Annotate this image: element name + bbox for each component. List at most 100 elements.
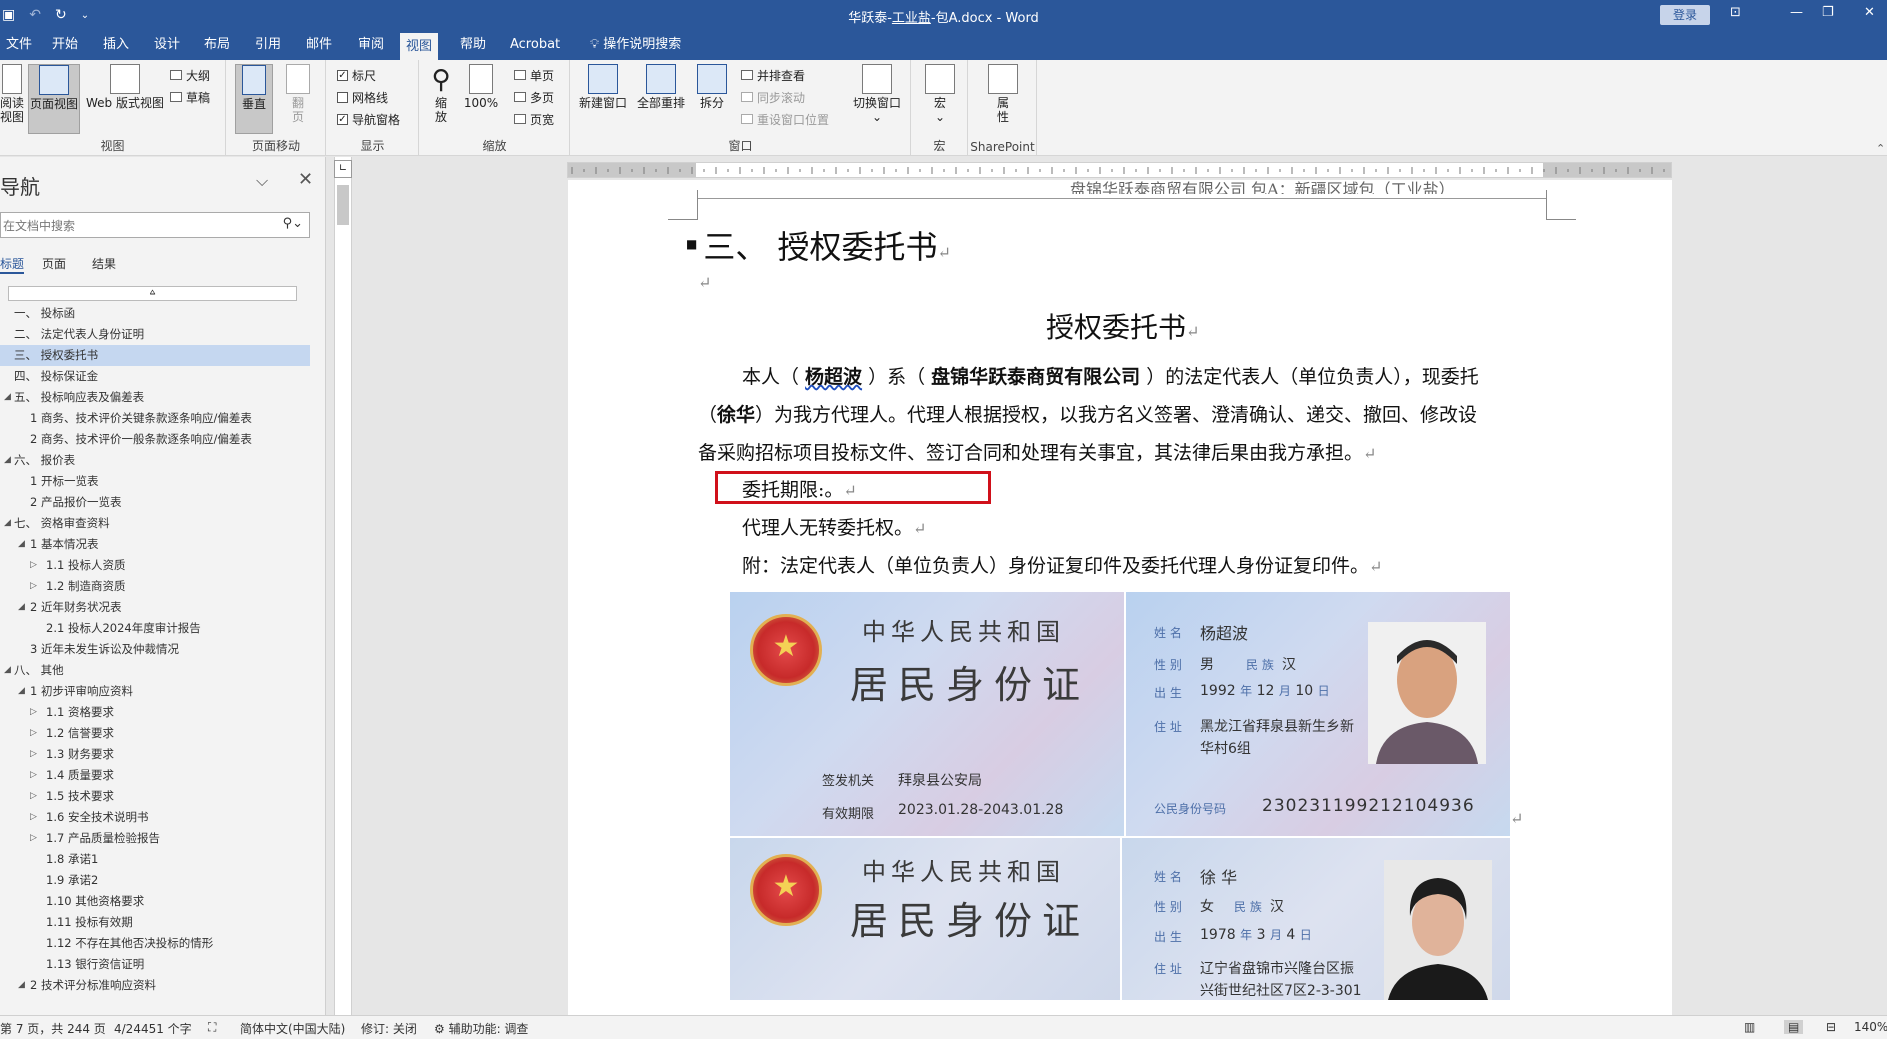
nav-heading-item[interactable]: ◢ 五、 投标响应表及偏差表 bbox=[0, 387, 310, 408]
nav-heading-item[interactable]: 1.8 承诺1 bbox=[0, 849, 310, 870]
word-count[interactable]: 4/24451 个字 bbox=[114, 1020, 192, 1037]
login-button[interactable]: 登录 bbox=[1660, 5, 1710, 25]
tab-design[interactable]: 设计 bbox=[148, 30, 186, 60]
read-mode-button[interactable]: 阅读 视图 bbox=[0, 64, 24, 124]
navigation-pane-checkbox[interactable]: ✓ 导航窗格 bbox=[337, 110, 400, 128]
collapsed-triangle-icon[interactable]: ▷ bbox=[30, 828, 37, 849]
nav-heading-item[interactable]: 1.11 投标有效期 bbox=[0, 912, 310, 933]
draft-button[interactable]: 草稿 bbox=[170, 88, 210, 106]
expanded-triangle-icon[interactable]: ◢ bbox=[4, 450, 11, 471]
nav-heading-item[interactable]: 1.10 其他资格要求 bbox=[0, 891, 310, 912]
tab-review[interactable]: 审阅 bbox=[352, 30, 390, 60]
nav-heading-item[interactable]: 四、 投标保证金 bbox=[0, 366, 310, 387]
tab-acrobat[interactable]: Acrobat bbox=[504, 30, 566, 60]
ribbon-display-options-icon[interactable]: ⊡ bbox=[1730, 5, 1741, 20]
ruler-checkbox[interactable]: ✓ 标尺 bbox=[337, 66, 376, 84]
restore-icon[interactable]: ❐ bbox=[1822, 5, 1834, 20]
tab-view[interactable]: 视图 bbox=[400, 33, 439, 60]
nav-heading-item[interactable]: 1.9 承诺2 bbox=[0, 870, 310, 891]
nav-heading-item[interactable]: ◢ 六、 报价表 bbox=[0, 450, 310, 471]
page-width-button[interactable]: 页宽 bbox=[514, 110, 554, 128]
split-button[interactable]: 拆分 bbox=[693, 64, 731, 110]
nav-heading-item[interactable]: 2 产品报价一览表 bbox=[0, 492, 310, 513]
tab-file[interactable]: 文件 bbox=[0, 30, 38, 60]
print-layout-button[interactable]: 页面视图 bbox=[28, 64, 80, 134]
nav-heading-item[interactable]: ◢ 七、 资格审查资料 bbox=[0, 513, 310, 534]
collapsed-triangle-icon[interactable]: ▷ bbox=[30, 744, 37, 765]
collapsed-triangle-icon[interactable]: ▷ bbox=[30, 702, 37, 723]
new-window-button[interactable]: 新建窗口 bbox=[577, 64, 629, 110]
nav-heading-item[interactable]: 1 开标一览表 bbox=[0, 471, 310, 492]
id-card-2-emblem-side[interactable]: 中华人民共和国 居民身份证 bbox=[730, 838, 1120, 1000]
nav-heading-item[interactable]: ▷ 1.1 投标人资质 bbox=[0, 555, 310, 576]
gridlines-checkbox[interactable]: 网格线 bbox=[337, 88, 388, 106]
collapsed-triangle-icon[interactable]: ▷ bbox=[30, 555, 37, 576]
nav-heading-item[interactable]: 1.13 银行资信证明 bbox=[0, 954, 310, 975]
tab-headings[interactable]: 标题 bbox=[0, 255, 25, 274]
collapse-ribbon-icon[interactable]: ⌃ bbox=[1876, 142, 1885, 155]
synchronous-scrolling-button[interactable]: 同步滚动 bbox=[741, 88, 805, 106]
nav-heading-item[interactable]: ▷ 1.6 安全技术说明书 bbox=[0, 807, 310, 828]
nav-heading-item[interactable]: ◢ 1 基本情况表 bbox=[0, 534, 310, 555]
nav-heading-item[interactable]: ▷ 1.4 质量要求 bbox=[0, 765, 310, 786]
tab-references[interactable]: 引用 bbox=[249, 30, 287, 60]
expanded-triangle-icon[interactable]: ◢ bbox=[18, 534, 25, 555]
nav-heading-item[interactable]: 一、 投标函 bbox=[0, 303, 310, 324]
properties-button[interactable]: 属 性 bbox=[983, 64, 1023, 124]
language[interactable]: 简体中文(中国大陆) bbox=[240, 1020, 345, 1037]
expanded-triangle-icon[interactable]: ◢ bbox=[4, 660, 11, 681]
zoom-button[interactable]: ⚲ 缩 放 bbox=[424, 64, 458, 124]
id-card-1-emblem-side[interactable]: 中华人民共和国 居民身份证 签发机关 拜泉县公安局 有效期限 2023.01.2… bbox=[730, 592, 1124, 836]
side-to-side-button[interactable]: 翻 页 bbox=[279, 64, 317, 124]
nav-heading-item[interactable]: 三、 授权委托书 bbox=[0, 345, 310, 366]
print-layout-icon[interactable]: ▤ bbox=[1784, 1020, 1804, 1034]
minimize-icon[interactable]: — bbox=[1790, 5, 1803, 20]
nav-heading-item[interactable]: ▷ 1.2 信誉要求 bbox=[0, 723, 310, 744]
nav-heading-item[interactable]: ◢ 1 初步评审响应资料 bbox=[0, 681, 310, 702]
tab-mailings[interactable]: 邮件 bbox=[300, 30, 338, 60]
proofing-icon[interactable]: ⛶ bbox=[208, 1020, 216, 1035]
id-card-2-photo-side[interactable]: 姓 名 徐 华 性 别 女 民 族 汉 出 生 1978 年 3 月 4 日 住… bbox=[1122, 838, 1510, 1000]
macros-button[interactable]: 宏 ⌄ bbox=[920, 64, 960, 124]
tab-results[interactable]: 结果 bbox=[92, 255, 116, 272]
tell-me-search[interactable]: 💡︎ 操作说明搜索 bbox=[584, 30, 687, 60]
nav-heading-item[interactable]: 1.12 不存在其他否决投标的情形 bbox=[0, 933, 310, 954]
nav-heading-item[interactable]: ▷ 1.1 资格要求 bbox=[0, 702, 310, 723]
collapsed-triangle-icon[interactable]: ▷ bbox=[30, 786, 37, 807]
arrange-all-button[interactable]: 全部重排 bbox=[635, 64, 687, 110]
nav-heading-item[interactable]: ▷ 1.2 制造商资质 bbox=[0, 576, 310, 597]
id-card-1-photo-side[interactable]: 姓 名 杨超波 性 别 男 民 族 汉 出 生 1992 年 12 月 10 日… bbox=[1126, 592, 1510, 836]
one-page-button[interactable]: 单页 bbox=[514, 66, 554, 84]
multiple-pages-button[interactable]: 多页 bbox=[514, 88, 554, 106]
tab-home[interactable]: 开始 bbox=[46, 30, 84, 60]
expanded-triangle-icon[interactable]: ◢ bbox=[18, 681, 25, 702]
nav-heading-item[interactable]: ▷ 1.5 技术要求 bbox=[0, 786, 310, 807]
nav-heading-item[interactable]: ◢ 2 近年财务状况表 bbox=[0, 597, 310, 618]
collapsed-triangle-icon[interactable]: ▷ bbox=[30, 807, 37, 828]
close-icon[interactable]: ✕ bbox=[298, 169, 313, 190]
collapse-all-button[interactable]: ⩠ bbox=[8, 286, 297, 301]
accessibility-status[interactable]: ⚙ 辅助功能: 调查 bbox=[434, 1020, 528, 1037]
page-count[interactable]: 第 7 页，共 244 页 bbox=[0, 1020, 106, 1037]
collapsed-triangle-icon[interactable]: ▷ bbox=[30, 765, 37, 786]
expanded-triangle-icon[interactable]: ◢ bbox=[4, 387, 11, 408]
tab-pages[interactable]: 页面 bbox=[42, 255, 66, 272]
track-changes-status[interactable]: 修订: 关闭 bbox=[361, 1020, 417, 1037]
nav-heading-item[interactable]: 3 近年未发生诉讼及仲裁情况 bbox=[0, 639, 310, 660]
outline-button[interactable]: 大纲 bbox=[170, 66, 210, 84]
tab-layout[interactable]: 布局 bbox=[198, 30, 236, 60]
tab-selector[interactable]: ∟ bbox=[334, 160, 352, 178]
tab-insert[interactable]: 插入 bbox=[97, 30, 135, 60]
web-layout-icon[interactable]: ⊟ bbox=[1826, 1020, 1836, 1034]
nav-heading-item[interactable]: 二、 法定代表人身份证明 bbox=[0, 324, 310, 345]
switch-windows-button[interactable]: 切换窗口 ⌄ bbox=[849, 64, 905, 124]
web-layout-button[interactable]: Web 版式视图 bbox=[84, 64, 166, 110]
expanded-triangle-icon[interactable]: ◢ bbox=[18, 597, 25, 618]
search-icon[interactable]: ⚲⌄ bbox=[283, 216, 303, 231]
vertical-button[interactable]: 垂直 bbox=[235, 64, 273, 134]
zoom-level[interactable]: 140% bbox=[1854, 1020, 1887, 1034]
expanded-triangle-icon[interactable]: ◢ bbox=[18, 975, 25, 996]
vertical-ruler[interactable] bbox=[334, 157, 352, 1015]
nav-heading-item[interactable]: ◢ 2 技术评分标准响应资料 bbox=[0, 975, 310, 996]
nav-heading-item[interactable]: 1 商务、技术评价关键条款逐条响应/偏差表 bbox=[0, 408, 310, 429]
